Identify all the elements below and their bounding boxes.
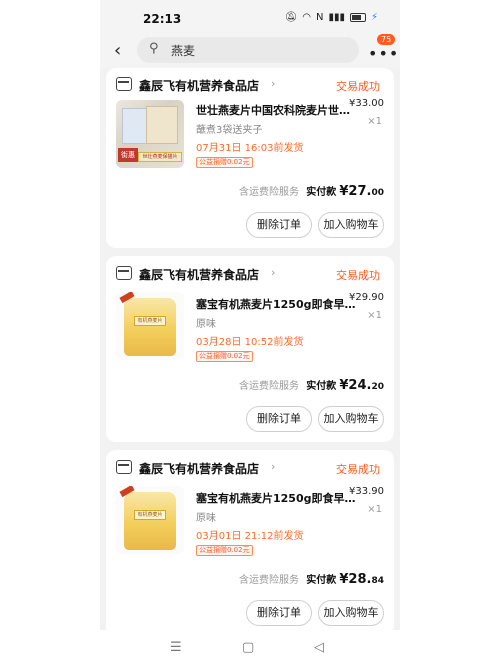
menu-icon[interactable]: ☰ (170, 640, 182, 655)
insurance-note: 含运费险服务 (239, 381, 300, 392)
product-title[interactable]: 世壮燕麦片中国农科院麦片世… (196, 102, 350, 118)
wifi-icon: ◠ (302, 12, 311, 23)
add-to-cart-button[interactable]: 加入购物车 (318, 406, 384, 432)
quantity: ×1 (367, 504, 382, 515)
paid-amount-dec: 00 (371, 188, 384, 198)
phone-screen: 22:13 🔕︎ ◠ N ▮▮▮ ⚡ ‹ ⚲ 燕麦 ••• 75 鑫辰飞有机营养… (100, 0, 400, 666)
paid-amount-int: ¥24. (339, 378, 372, 393)
ship-time: 07月31日 16:03前发货 (196, 143, 304, 154)
insurance-note: 含运费险服务 (239, 187, 300, 198)
shop-icon (116, 266, 132, 280)
product-title[interactable]: 塞宝有机燕麦片1250g即食早… (196, 296, 356, 312)
charity-badge: 公益捐赠0.02元 (196, 157, 253, 168)
ship-time: 03月28日 10:52前发货 (196, 337, 304, 348)
battery-icon (349, 13, 366, 22)
back-arrow-icon[interactable]: ‹ (114, 40, 121, 61)
paid-amount-int: ¥27. (339, 184, 372, 199)
quantity: ×1 (367, 116, 382, 127)
paid-label: 实付款 (306, 187, 337, 198)
more-options-icon[interactable]: ••• (368, 44, 399, 63)
status-time: 22:13 (143, 12, 182, 26)
quantity: ×1 (367, 310, 382, 321)
thumbnail-tag: 街惠 (118, 148, 138, 162)
product-spec: 蘸煮3袋送夹子 (196, 125, 263, 136)
order-card: 鑫辰飞有机营养食品店 › 交易成功 有机燕麦片 塞宝有机燕麦片1250g即食早…… (106, 450, 394, 636)
order-card: 鑫辰飞有机营养食品店 › 交易成功 街惠 世壮燕麦保猫片 世壮燕麦片中国农科院麦… (106, 68, 394, 248)
add-to-cart-button[interactable]: 加入购物车 (318, 600, 384, 626)
home-icon[interactable]: ▢ (242, 640, 254, 655)
status-icons: 🔕︎ ◠ N ▮▮▮ ⚡ (285, 12, 378, 23)
search-query: 燕麦 (171, 44, 196, 58)
product-thumbnail[interactable]: 有机燕麦片 (116, 486, 184, 554)
status-bar: 22:13 🔕︎ ◠ N ▮▮▮ ⚡ (100, 0, 400, 34)
paid-amount-dec: 84 (371, 576, 384, 586)
order-status: 交易成功 (336, 80, 380, 93)
order-status: 交易成功 (336, 463, 380, 476)
shop-name[interactable]: 鑫辰飞有机营养食品店 (139, 266, 259, 283)
shop-name[interactable]: 鑫辰飞有机营养食品店 (139, 77, 259, 94)
system-nav-bar: ☰ ▢ ◁ (100, 630, 400, 666)
notification-badge: 75 (377, 34, 396, 45)
product-title[interactable]: 塞宝有机燕麦片1250g即食早… (196, 490, 356, 506)
delete-order-button[interactable]: 删除订单 (246, 406, 312, 432)
charity-badge: 公益捐赠0.02元 (196, 351, 253, 362)
chevron-right-icon[interactable]: › (271, 460, 275, 473)
charging-icon: ⚡ (370, 12, 378, 23)
product-thumbnail[interactable]: 有机燕麦片 (116, 292, 184, 360)
unit-price: ¥29.90 (349, 292, 384, 303)
shop-icon (116, 77, 132, 91)
order-card: 鑫辰飞有机营养食品店 › 交易成功 有机燕麦片 塞宝有机燕麦片1250g即食早…… (106, 256, 394, 442)
product-bag-image (124, 298, 176, 356)
order-summary: 含运费险服务 实付款 ¥24.20 (239, 377, 384, 393)
charity-badge: 公益捐赠0.02元 (196, 545, 253, 556)
search-header: ‹ ⚲ 燕麦 ••• 75 (100, 34, 400, 68)
shop-icon (116, 460, 132, 474)
mute-icon: 🔕︎ (284, 12, 298, 23)
insurance-note: 含运费险服务 (239, 575, 300, 586)
nfc-icon: N (315, 12, 324, 23)
product-spec: 原味 (196, 319, 216, 330)
thumbnail-strip: 世壮燕麦保猫片 (138, 152, 182, 162)
order-status: 交易成功 (336, 269, 380, 282)
delete-order-button[interactable]: 删除订单 (246, 600, 312, 626)
product-bag-image (124, 492, 176, 550)
search-icon: ⚲ (149, 41, 159, 56)
product-package-image (146, 106, 178, 144)
chevron-right-icon[interactable]: › (271, 266, 275, 279)
search-input[interactable]: ⚲ 燕麦 (137, 37, 359, 63)
order-summary: 含运费险服务 实付款 ¥28.84 (239, 571, 384, 587)
unit-price: ¥33.90 (349, 486, 384, 497)
paid-label: 实付款 (306, 381, 337, 392)
product-spec: 原味 (196, 513, 216, 524)
paid-label: 实付款 (306, 575, 337, 586)
paid-amount-dec: 20 (371, 382, 384, 392)
order-summary: 含运费险服务 实付款 ¥27.00 (239, 183, 384, 199)
ship-time: 03月01日 21:12前发货 (196, 531, 304, 542)
back-icon[interactable]: ◁ (314, 640, 324, 655)
unit-price: ¥33.00 (349, 98, 384, 109)
thumbnail-label: 有机燕麦片 (134, 316, 166, 326)
signal-icon: ▮▮▮ (328, 12, 345, 23)
product-thumbnail[interactable]: 街惠 世壮燕麦保猫片 (116, 100, 184, 168)
delete-order-button[interactable]: 删除订单 (246, 212, 312, 238)
thumbnail-label: 有机燕麦片 (134, 510, 166, 520)
chevron-right-icon[interactable]: › (271, 77, 275, 90)
shop-name[interactable]: 鑫辰飞有机营养食品店 (139, 460, 259, 477)
paid-amount-int: ¥28. (339, 572, 372, 587)
add-to-cart-button[interactable]: 加入购物车 (318, 212, 384, 238)
